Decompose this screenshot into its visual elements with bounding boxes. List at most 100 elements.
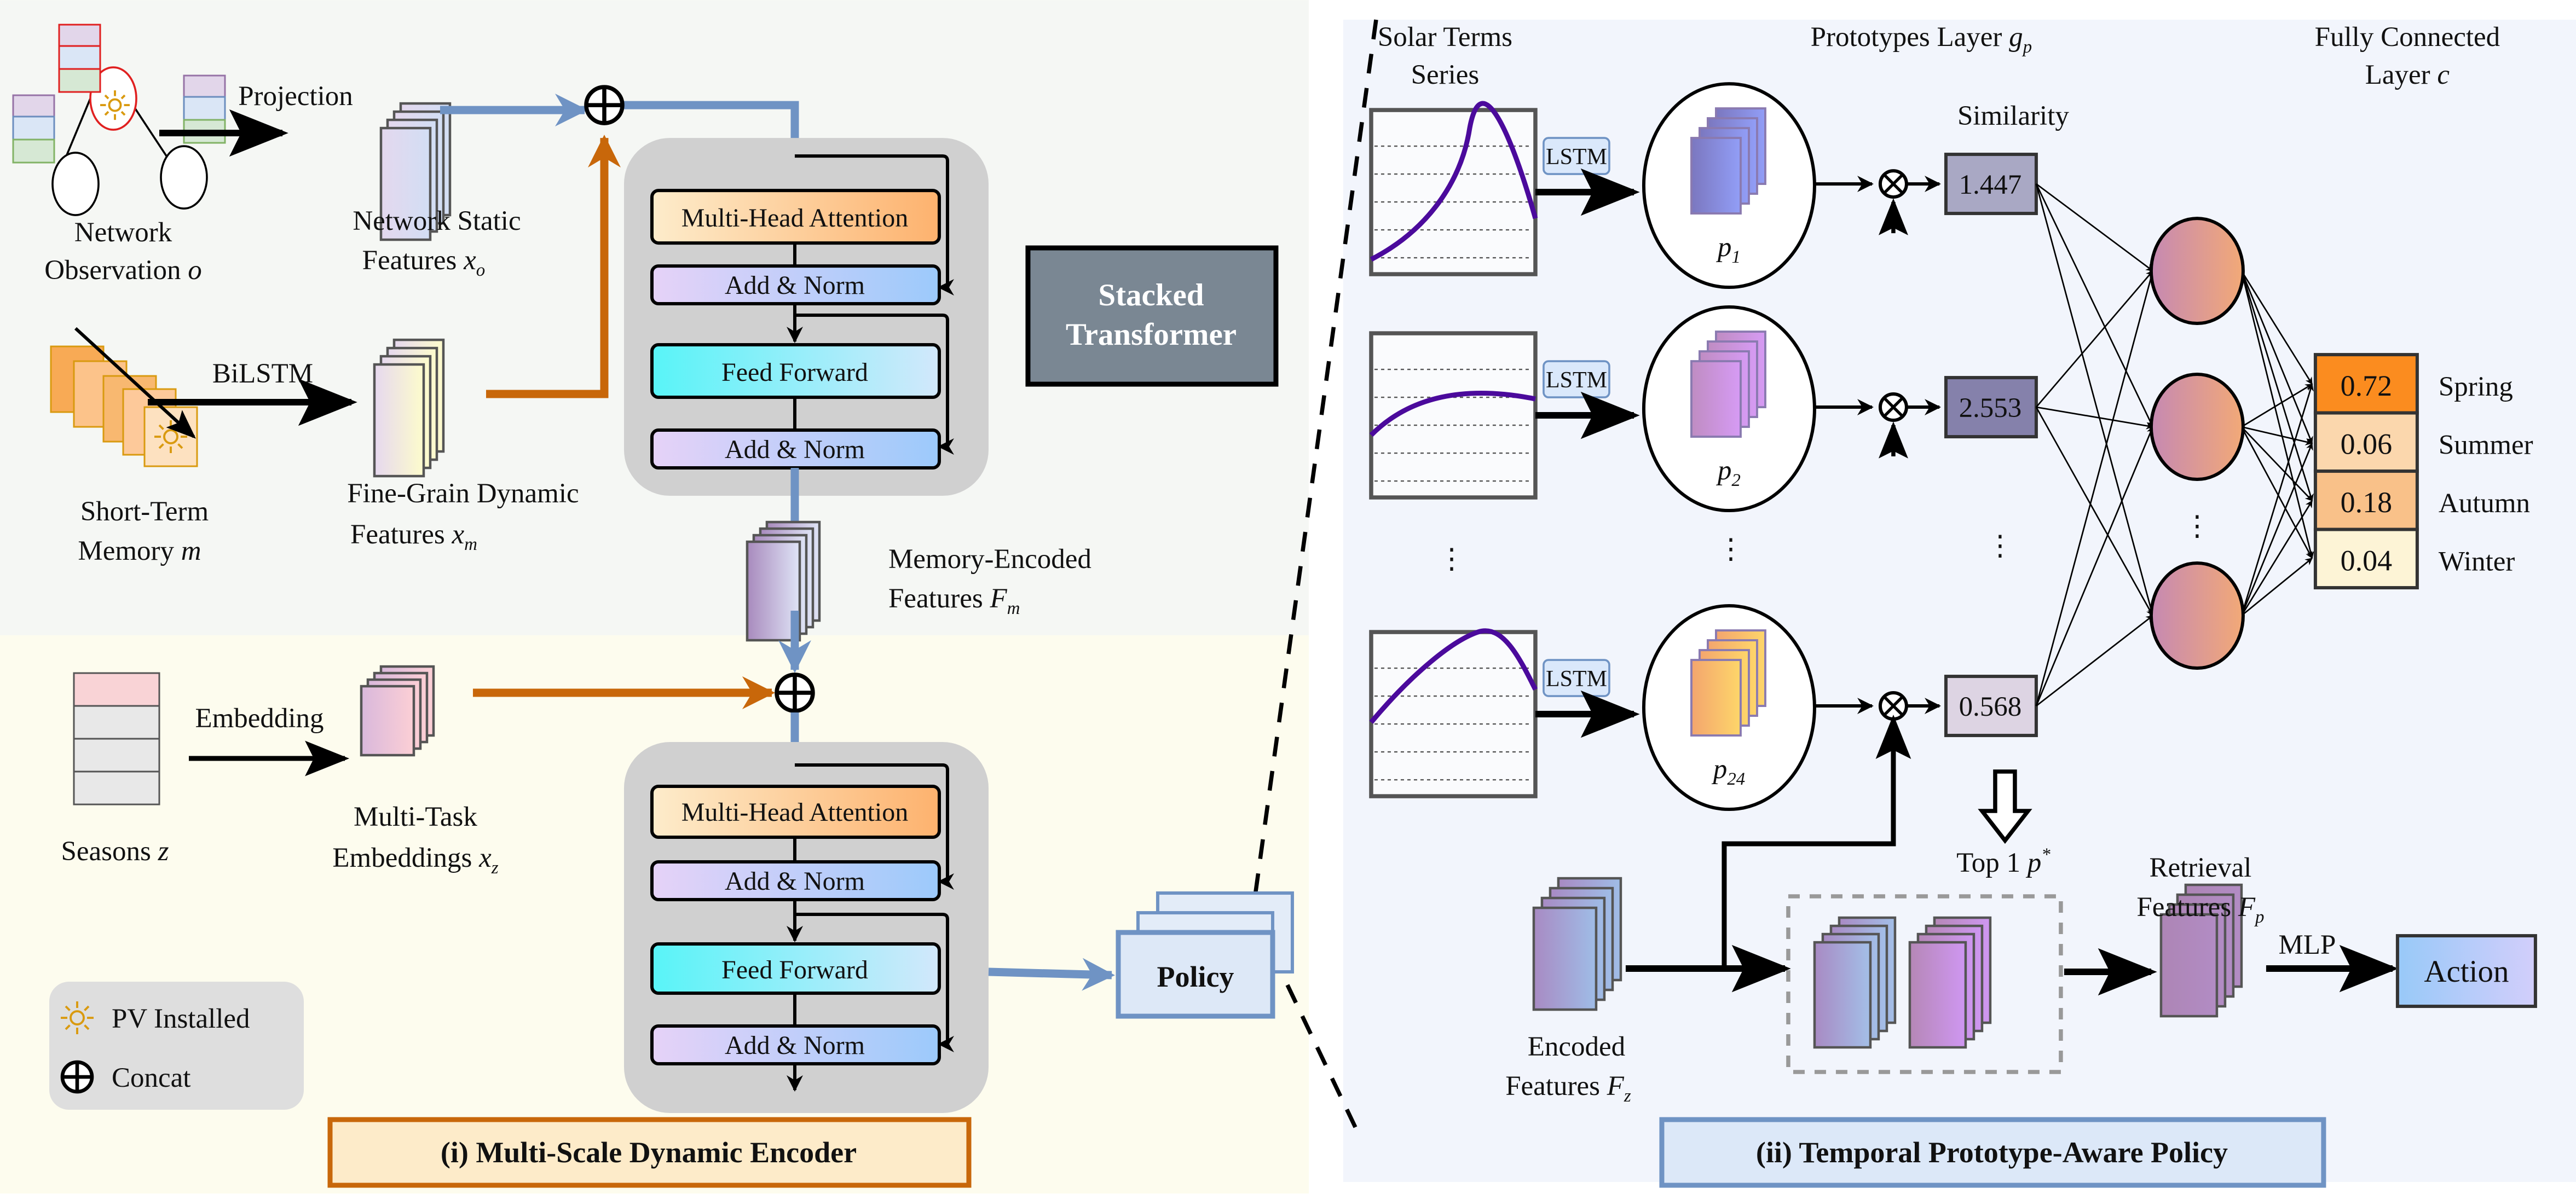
svg-text:Multi-Head Attention: Multi-Head Attention (681, 204, 908, 233)
dynamic-features-label: Fine-Grain Dynamic (347, 478, 579, 509)
lstm-badge: LSTM (1543, 137, 1610, 175)
add-norm-block: Add & Norm (650, 860, 941, 902)
svg-text:Transformer: Transformer (1066, 317, 1237, 352)
multiply-icon (1878, 691, 1908, 721)
svg-text:Feed Forward: Feed Forward (721, 955, 868, 984)
solar-terms-chart (1369, 101, 1538, 276)
svg-text:1.447: 1.447 (1959, 170, 2022, 200)
bilstm-label: BiLSTM (212, 358, 313, 389)
solar-terms-chart (1369, 628, 1538, 798)
ellipsis: ⋮ (1717, 534, 1745, 565)
similarity-score: 0.568 (1944, 675, 2038, 738)
similarity-score: 1.447 (1944, 153, 2038, 216)
multiply-icon (1878, 169, 1908, 199)
svg-text:Multi-Head Attention: Multi-Head Attention (681, 798, 908, 827)
similarity-score: 2.553 (1944, 376, 2038, 439)
short-term-memory-label-2: Memory m (78, 536, 201, 566)
similarity-label: Similarity (1957, 101, 2069, 131)
svg-text:LSTM: LSTM (1546, 368, 1607, 393)
feature-map-card (1813, 941, 1872, 1049)
svg-text:Feed Forward: Feed Forward (721, 358, 868, 387)
add-norm-block: Add & Norm (650, 264, 941, 306)
svg-text:(ii) Temporal Prototype-Aware: (ii) Temporal Prototype-Aware Policy (1756, 1136, 2228, 1169)
policy-title-box: (ii) Temporal Prototype-Aware Policy (1659, 1117, 2326, 1188)
concat-icon (584, 85, 625, 125)
svg-text:Summer: Summer (2439, 430, 2533, 461)
framework-diagram: Network Observation o Projection Network… (0, 0, 2576, 1194)
svg-text:Stacked: Stacked (1098, 278, 1204, 312)
feature-map-card (373, 363, 425, 478)
network-observation-label: Network (74, 217, 172, 248)
seasons-vector (73, 672, 160, 805)
projection-label: Projection (238, 81, 353, 112)
lstm-badge: LSTM (1543, 360, 1610, 398)
memory-encoded-label-2: Features Fm (888, 583, 1020, 618)
svg-text:Add & Norm: Add & Norm (725, 271, 865, 300)
fc-layer-label: Fully Connected (2315, 22, 2500, 53)
task-embeddings-label: Multi-Task (354, 802, 477, 832)
memory-encoded-features-stack (746, 520, 821, 642)
ellipsis: ⋮ (2183, 511, 2211, 542)
memory-encoded-label: Memory-Encoded (888, 544, 1091, 575)
svg-text:Winter: Winter (2439, 547, 2515, 577)
svg-text:0.568: 0.568 (1959, 692, 2022, 722)
legend: PV Installed Concat (49, 982, 304, 1110)
top1-label: Top 1 p* (1956, 845, 2051, 878)
svg-text:Policy: Policy (1157, 960, 1234, 993)
solar-terms-label-2: Series (1411, 60, 1480, 90)
top1-prototype-stack (1908, 916, 1992, 1049)
feature-map-card (1908, 941, 1967, 1049)
task-embeddings-stack (360, 665, 435, 757)
legend-concat-label: Concat (112, 1063, 190, 1093)
fc-layer-label-2: Layer c (2365, 60, 2450, 90)
feature-map-card (1532, 906, 1598, 1011)
feed-forward-block: Feed Forward (650, 343, 941, 399)
fc-neuron (2149, 561, 2245, 670)
ellipsis: ⋮ (1986, 531, 2014, 561)
svg-text:Autumn: Autumn (2439, 488, 2530, 519)
retrieval-features-label: Retrieval (2149, 853, 2251, 883)
encoder-to-policy-arrow (988, 958, 1115, 991)
prototypes-layer-label: Prototypes Layer gp (1811, 22, 2032, 57)
svg-text:Add & Norm: Add & Norm (725, 867, 865, 896)
solar-terms-chart (1369, 331, 1538, 500)
encoded-features-label: Encoded (1528, 1031, 1625, 1062)
svg-text:2.553: 2.553 (1959, 393, 2022, 424)
encoder-title-box: (i) Multi-Scale Dynamic Encoder (327, 1117, 972, 1188)
concat-icon (775, 673, 815, 713)
top1-encoded-stack (1813, 916, 1897, 1049)
svg-text:LSTM: LSTM (1546, 144, 1607, 170)
policy-block: Policy (1116, 891, 1294, 1019)
seasons-label: Seasons z (61, 836, 169, 867)
static-features-label-2: Features xo (362, 245, 486, 280)
svg-text:LSTM: LSTM (1546, 666, 1607, 692)
svg-text:0.18: 0.18 (2341, 486, 2392, 519)
feed-forward-block: Feed Forward (650, 942, 941, 995)
ellipsis: ⋮ (1437, 544, 1465, 575)
lstm-badge: LSTM (1543, 659, 1610, 697)
embedding-label: Embedding (195, 703, 324, 734)
multi-head-attention-block: Multi-Head Attention (650, 189, 941, 245)
solar-terms-label: Solar Terms (1378, 22, 1512, 53)
task-embeddings-label-2: Embeddings xz (332, 843, 498, 878)
fc-neuron (2149, 373, 2245, 482)
add-norm-block: Add & Norm (650, 428, 941, 470)
svg-text:Spring: Spring (2439, 372, 2513, 402)
concat-icon (60, 1060, 94, 1094)
svg-text:0.06: 0.06 (2341, 428, 2392, 461)
action-block: Action (2395, 934, 2537, 1008)
mlp-label: MLP (2278, 930, 2336, 960)
static-features-label: Network Static (353, 206, 521, 236)
encoded-features-label-2: Features Fz (1505, 1071, 1631, 1106)
svg-text:0.04: 0.04 (2341, 544, 2392, 577)
dynamic-features-stack (373, 338, 445, 478)
retrieval-features-label-2: Features Fp (2136, 892, 2264, 927)
svg-text:0.72: 0.72 (2341, 369, 2392, 402)
add-norm-block: Add & Norm (650, 1024, 941, 1066)
network-observation-label-2: Observation o (44, 255, 201, 286)
multiply-icon (1878, 392, 1908, 422)
feature-map-card (360, 685, 415, 757)
encoded-features-stack (1532, 877, 1622, 1011)
short-term-memory-label: Short-Term (80, 496, 209, 527)
svg-text:(i) Multi-Scale Dynamic Encode: (i) Multi-Scale Dynamic Encoder (441, 1136, 857, 1169)
